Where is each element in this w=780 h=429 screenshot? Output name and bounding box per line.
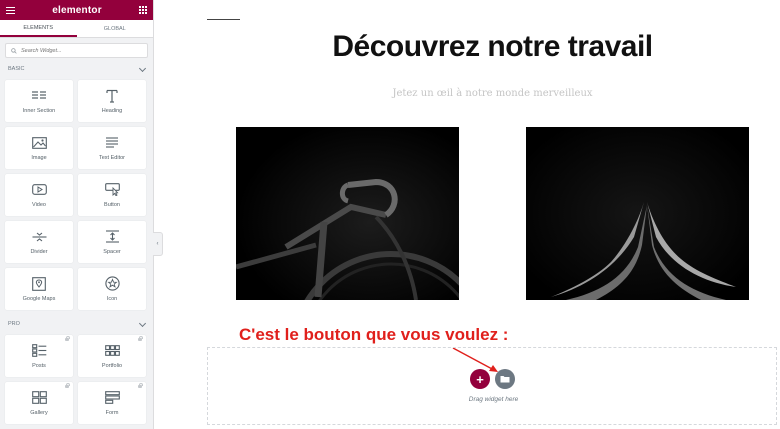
section-pro-header[interactable]: PRO bbox=[0, 318, 153, 330]
widget-form[interactable]: Form bbox=[78, 382, 146, 424]
basic-widgets-grid: Inner Section Heading Image Text Editor … bbox=[0, 80, 153, 310]
widget-video[interactable]: Video bbox=[5, 174, 73, 216]
text-editor-icon bbox=[105, 136, 119, 150]
widget-label: Posts bbox=[32, 362, 46, 369]
widget-label: Inner Section bbox=[22, 107, 56, 114]
pro-widgets-grid: Posts Portfolio Gallery Form bbox=[0, 335, 153, 424]
heading-icon bbox=[106, 89, 118, 103]
brand-logo: elementor bbox=[52, 4, 102, 16]
widget-icon[interactable]: Icon bbox=[78, 268, 146, 310]
widget-text-editor[interactable]: Text Editor bbox=[78, 127, 146, 169]
chevron-down-icon bbox=[138, 64, 147, 72]
folder-icon bbox=[500, 376, 510, 383]
widget-label: Divider bbox=[30, 248, 48, 255]
panel-collapse-toggle[interactable]: ‹ bbox=[153, 232, 163, 256]
widget-label: Portfolio bbox=[101, 362, 123, 369]
panel-header: elementor bbox=[0, 0, 153, 20]
widget-image[interactable]: Image bbox=[5, 127, 73, 169]
page-subtitle: Jetez un œil à notre monde merveilleux bbox=[392, 88, 593, 99]
portfolio-icon bbox=[104, 344, 120, 358]
drag-widget-hint: Drag widget here bbox=[468, 396, 519, 403]
widget-label: Spacer bbox=[103, 248, 121, 255]
widget-google-maps[interactable]: Google Maps bbox=[5, 268, 73, 310]
google-maps-icon bbox=[32, 276, 46, 291]
add-template-button[interactable] bbox=[495, 369, 515, 389]
lock-icon bbox=[65, 383, 70, 388]
widget-button[interactable]: Button bbox=[78, 174, 146, 216]
spacer-icon bbox=[105, 230, 120, 244]
divider-line bbox=[207, 19, 240, 20]
gallery-icon bbox=[31, 391, 47, 405]
divider-icon bbox=[32, 230, 47, 244]
search-input[interactable] bbox=[17, 47, 131, 54]
section-pro-label: PRO bbox=[8, 321, 20, 327]
widget-label: Gallery bbox=[30, 409, 48, 416]
form-icon bbox=[104, 391, 120, 405]
widget-portfolio[interactable]: Portfolio bbox=[78, 335, 146, 377]
hands-photo[interactable] bbox=[526, 127, 749, 300]
widget-label: Image bbox=[31, 154, 47, 161]
bicycle-photo[interactable] bbox=[236, 127, 459, 300]
widget-heading[interactable]: Heading bbox=[78, 80, 146, 122]
widget-gallery[interactable]: Gallery bbox=[5, 382, 73, 424]
image-icon bbox=[31, 136, 47, 150]
widget-label: Button bbox=[104, 201, 120, 208]
search-box bbox=[5, 43, 148, 58]
video-icon bbox=[31, 183, 47, 197]
button-icon bbox=[104, 183, 120, 197]
widget-label: Form bbox=[105, 409, 119, 416]
widget-divider[interactable]: Divider bbox=[5, 221, 73, 263]
lock-icon bbox=[65, 336, 70, 341]
chevron-down-icon bbox=[138, 319, 147, 327]
annotation-text: C'est le bouton que vous voulez : bbox=[239, 325, 509, 344]
widget-spacer[interactable]: Spacer bbox=[78, 221, 146, 263]
plus-icon: + bbox=[476, 371, 484, 387]
widget-label: Google Maps bbox=[22, 295, 56, 302]
widget-inner-section[interactable]: Inner Section bbox=[5, 80, 73, 122]
posts-icon bbox=[31, 344, 47, 358]
widget-label: Icon bbox=[106, 295, 118, 302]
tab-elements[interactable]: ELEMENTS bbox=[0, 20, 77, 37]
menu-icon[interactable] bbox=[6, 6, 15, 14]
inner-section-icon bbox=[31, 89, 47, 103]
widget-posts[interactable]: Posts bbox=[5, 335, 73, 377]
star-icon bbox=[104, 276, 120, 291]
drop-zone[interactable] bbox=[207, 347, 777, 425]
section-basic-header[interactable]: BASIC bbox=[0, 63, 153, 75]
panel-tabs: ELEMENTS GLOBAL bbox=[0, 20, 153, 38]
page-title: Découvrez notre travail bbox=[332, 30, 653, 63]
widget-label: Video bbox=[32, 201, 46, 208]
elementor-panel: elementor ELEMENTS GLOBAL BASIC Inner Se… bbox=[0, 0, 154, 429]
widget-label: Text Editor bbox=[99, 154, 125, 161]
widget-label: Heading bbox=[101, 107, 123, 114]
lock-icon bbox=[138, 383, 143, 388]
section-basic-label: BASIC bbox=[8, 66, 25, 72]
apps-grid-icon[interactable] bbox=[139, 6, 147, 14]
lock-icon bbox=[138, 336, 143, 341]
chevron-left-icon: ‹ bbox=[156, 241, 159, 247]
add-section-button[interactable]: + bbox=[470, 369, 490, 389]
tab-global[interactable]: GLOBAL bbox=[77, 20, 154, 37]
